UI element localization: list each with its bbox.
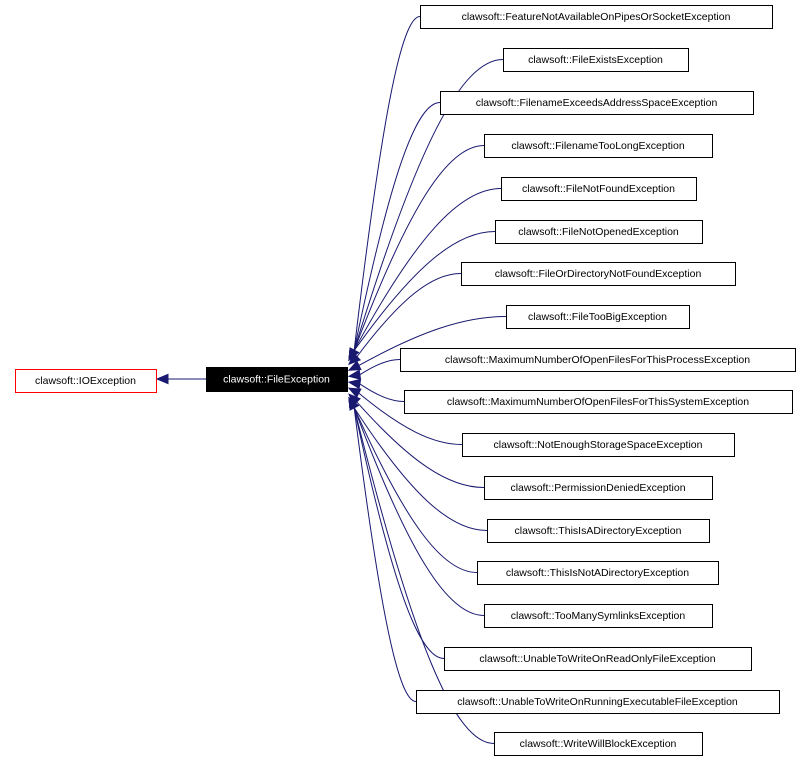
inheritance-edge xyxy=(356,273,462,357)
nodes-layer: clawsoft::IOException clawsoft::FileExcep… xyxy=(15,5,796,756)
class-node-thisisadirectoryexception[interactable]: clawsoft::ThisIsADirectoryException xyxy=(487,519,710,543)
class-node-filetoobigexception[interactable]: clawsoft::FileTooBigException xyxy=(506,305,690,329)
class-node-toomanysymlinksexception[interactable]: clawsoft::TooManySymlinksException xyxy=(484,604,713,628)
node-label: clawsoft::FileOrDirectoryNotFoundExcepti… xyxy=(495,268,702,280)
class-node-fileordirectorynotfoundexception[interactable]: clawsoft::FileOrDirectoryNotFoundExcepti… xyxy=(461,262,736,286)
class-node-writewillblockexception[interactable]: clawsoft::WriteWillBlockException xyxy=(494,732,703,756)
class-node-filenotopenedexception[interactable]: clawsoft::FileNotOpenedException xyxy=(495,220,703,244)
arrowhead-inheritance xyxy=(347,369,362,380)
node-label: clawsoft::WriteWillBlockException xyxy=(520,738,677,750)
inheritance-edge xyxy=(353,145,485,351)
node-label: clawsoft::FilenameExceedsAddressSpaceExc… xyxy=(476,97,718,109)
node-label: clawsoft::ThisIsADirectoryException xyxy=(515,525,682,537)
arrowhead-to-ioexception xyxy=(155,373,169,385)
inheritance-edge xyxy=(353,407,488,531)
class-node-thisisnotadirectoryexception[interactable]: clawsoft::ThisIsNotADirectoryException xyxy=(477,561,719,585)
class-node-maximumnumberofopenfilesforthisprocessexception[interactable]: clawsoft::MaximumNumberOfOpenFilesForThi… xyxy=(400,348,796,372)
node-label: clawsoft::TooManySymlinksException xyxy=(511,610,686,622)
class-node-fileexception[interactable]: clawsoft::FileException xyxy=(206,367,348,392)
class-node-unabletowriteonrunningexecutablefileexception[interactable]: clawsoft::UnableToWriteOnRunningExecutab… xyxy=(416,690,780,714)
class-node-filenameexceedsaddressspaceexception[interactable]: clawsoft::FilenameExceedsAddressSpaceExc… xyxy=(440,91,754,115)
node-label: clawsoft::FilenameTooLongException xyxy=(511,140,685,152)
class-node-maximumnumberofopenfilesforthissystemexception[interactable]: clawsoft::MaximumNumberOfOpenFilesForThi… xyxy=(404,390,793,414)
class-node-unabletowriteonreadonlyfileexception[interactable]: clawsoft::UnableToWriteOnReadOnlyFileExc… xyxy=(444,647,752,671)
class-node-filenametoolongexception[interactable]: clawsoft::FilenameTooLongException xyxy=(484,134,713,158)
inheritance-edge xyxy=(353,102,441,351)
node-label: clawsoft::UnableToWriteOnRunningExecutab… xyxy=(457,696,738,708)
inheritance-edge xyxy=(353,16,421,351)
class-node-permissiondeniedexception[interactable]: clawsoft::PermissionDeniedException xyxy=(484,476,713,500)
class-node-featurenotavailableonpipesorsocketexception[interactable]: clawsoft::FeatureNotAvailableOnPipesOrSo… xyxy=(420,5,773,29)
node-label: clawsoft::FileNotOpenedException xyxy=(518,226,679,238)
node-label: clawsoft::FileNotFoundException xyxy=(522,183,675,195)
class-node-filenotfoundexception[interactable]: clawsoft::FileNotFoundException xyxy=(501,177,697,201)
node-label: clawsoft::FileExistsException xyxy=(528,54,663,66)
node-label: clawsoft::MaximumNumberOfOpenFilesForThi… xyxy=(445,354,750,366)
node-label: clawsoft::IOException xyxy=(35,375,136,387)
node-label: clawsoft::FileException xyxy=(223,374,330,386)
class-node-ioexception[interactable]: clawsoft::IOException xyxy=(15,369,157,393)
inheritance-graph-svg: clawsoft::IOException clawsoft::FileExcep… xyxy=(15,5,796,756)
node-label: clawsoft::MaximumNumberOfOpenFilesForThi… xyxy=(447,396,749,408)
node-label: clawsoft::NotEnoughStorageSpaceException xyxy=(494,439,703,451)
node-label: clawsoft::UnableToWriteOnReadOnlyFileExc… xyxy=(479,653,715,665)
node-label: clawsoft::FeatureNotAvailableOnPipesOrSo… xyxy=(462,11,731,23)
class-node-fileexistsexception[interactable]: clawsoft::FileExistsException xyxy=(503,48,689,72)
class-node-notenoughstoragespaceexception[interactable]: clawsoft::NotEnoughStorageSpaceException xyxy=(462,433,735,457)
node-label: clawsoft::ThisIsNotADirectoryException xyxy=(506,567,689,579)
node-label: clawsoft::PermissionDeniedException xyxy=(510,482,685,494)
node-label: clawsoft::FileTooBigException xyxy=(528,311,667,323)
inheritance-diagram: clawsoft::IOException clawsoft::FileExcep… xyxy=(0,0,812,758)
